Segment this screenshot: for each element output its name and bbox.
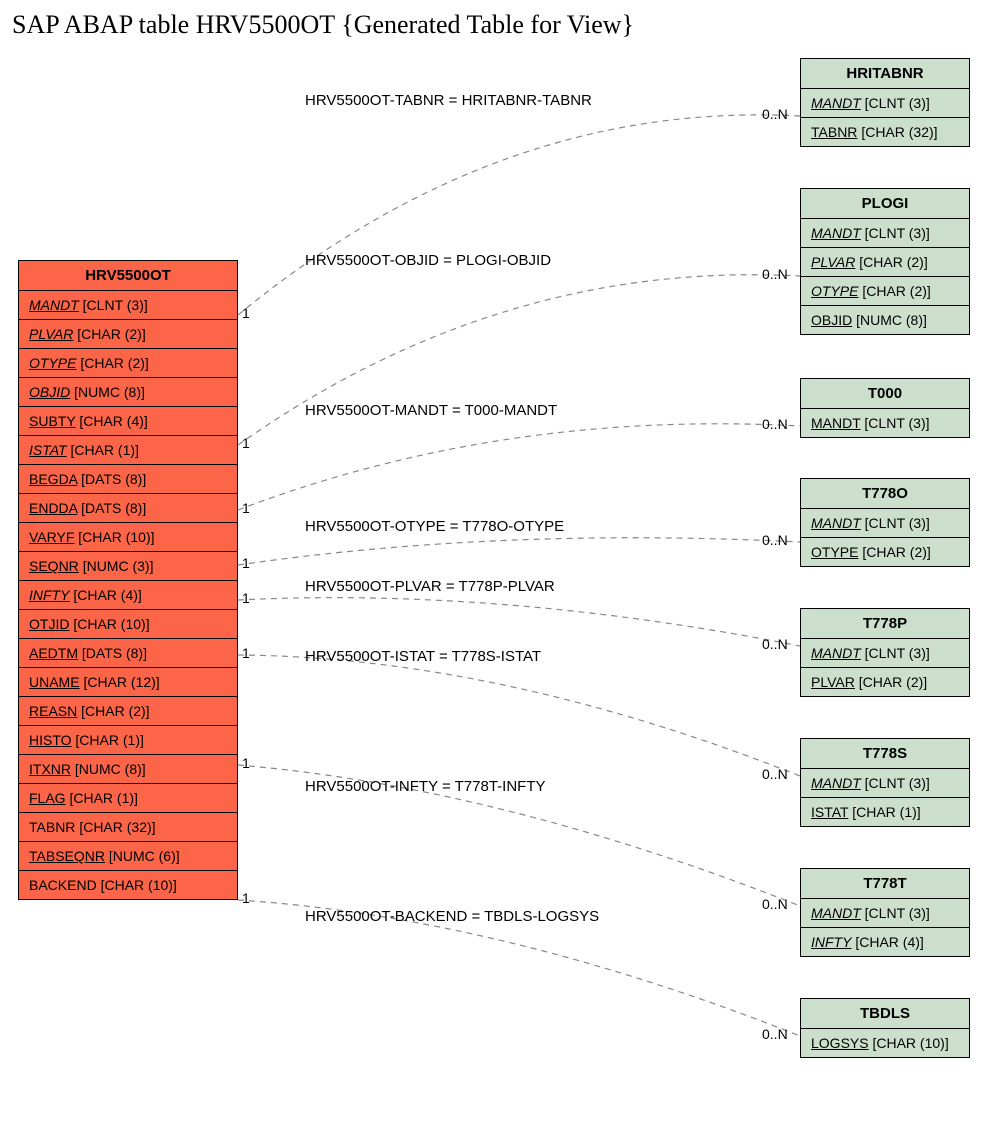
entity-field: REASN [CHAR (2)] xyxy=(19,697,237,726)
entity-field: MANDT [CLNT (3)] xyxy=(801,639,969,668)
cardinality-left: 1 xyxy=(242,890,250,906)
entity-field: ITXNR [NUMC (8)] xyxy=(19,755,237,784)
entity-field: OBJID [NUMC (8)] xyxy=(19,378,237,407)
entity-field: MANDT [CLNT (3)] xyxy=(801,899,969,928)
entity-header: TBDLS xyxy=(801,999,969,1029)
relation-label: HRV5500OT-OBJID = PLOGI-OBJID xyxy=(305,252,551,269)
entity-field: INFTY [CHAR (4)] xyxy=(19,581,237,610)
entity-field: HISTO [CHAR (1)] xyxy=(19,726,237,755)
cardinality-right: 0..N xyxy=(762,416,788,432)
entity-field: MANDT [CLNT (3)] xyxy=(801,89,969,118)
entity-field: ENDDA [DATS (8)] xyxy=(19,494,237,523)
cardinality-left: 1 xyxy=(242,555,250,571)
entity-header: T778T xyxy=(801,869,969,899)
entity-field: OTYPE [CHAR (2)] xyxy=(19,349,237,378)
entity-field: OBJID [NUMC (8)] xyxy=(801,306,969,334)
entity-field: SEQNR [NUMC (3)] xyxy=(19,552,237,581)
entity-field: PLVAR [CHAR (2)] xyxy=(801,668,969,696)
cardinality-left: 1 xyxy=(242,590,250,606)
entity-field: MANDT [CLNT (3)] xyxy=(801,769,969,798)
entity-field: UNAME [CHAR (12)] xyxy=(19,668,237,697)
cardinality-left: 1 xyxy=(242,500,250,516)
entity-field: OTYPE [CHAR (2)] xyxy=(801,538,969,566)
entity-header: T778S xyxy=(801,739,969,769)
cardinality-left: 1 xyxy=(242,305,250,321)
relation-label: HRV5500OT-BACKEND = TBDLS-LOGSYS xyxy=(305,908,599,925)
cardinality-left: 1 xyxy=(242,755,250,771)
entity-field: MANDT [CLNT (3)] xyxy=(801,509,969,538)
page-title: SAP ABAP table HRV5500OT {Generated Tabl… xyxy=(12,10,634,40)
entity-hrv5500ot: HRV5500OTMANDT [CLNT (3)]PLVAR [CHAR (2)… xyxy=(18,260,238,900)
entity-header: PLOGI xyxy=(801,189,969,219)
entity-field: BEGDA [DATS (8)] xyxy=(19,465,237,494)
entity-field: AEDTM [DATS (8)] xyxy=(19,639,237,668)
entity-field: PLVAR [CHAR (2)] xyxy=(19,320,237,349)
entity-field: PLVAR [CHAR (2)] xyxy=(801,248,969,277)
entity-field: VARYF [CHAR (10)] xyxy=(19,523,237,552)
entity-t778s: T778SMANDT [CLNT (3)]ISTAT [CHAR (1)] xyxy=(800,738,970,827)
entity-field: OTJID [CHAR (10)] xyxy=(19,610,237,639)
entity-field: MANDT [CLNT (3)] xyxy=(19,291,237,320)
entity-field: OTYPE [CHAR (2)] xyxy=(801,277,969,306)
entity-field: FLAG [CHAR (1)] xyxy=(19,784,237,813)
entity-header: T778P xyxy=(801,609,969,639)
entity-hritabnr: HRITABNRMANDT [CLNT (3)]TABNR [CHAR (32)… xyxy=(800,58,970,147)
entity-field: ISTAT [CHAR (1)] xyxy=(801,798,969,826)
relation-label: HRV5500OT-TABNR = HRITABNR-TABNR xyxy=(305,92,592,109)
relation-label: HRV5500OT-OTYPE = T778O-OTYPE xyxy=(305,518,564,535)
entity-field: MANDT [CLNT (3)] xyxy=(801,409,969,437)
entity-header: HRV5500OT xyxy=(19,261,237,291)
cardinality-right: 0..N xyxy=(762,766,788,782)
entity-header: HRITABNR xyxy=(801,59,969,89)
entity-header: T778O xyxy=(801,479,969,509)
entity-field: SUBTY [CHAR (4)] xyxy=(19,407,237,436)
relation-label: HRV5500OT-MANDT = T000-MANDT xyxy=(305,402,557,419)
entity-header: T000 xyxy=(801,379,969,409)
relation-label: HRV5500OT-ISTAT = T778S-ISTAT xyxy=(305,648,541,665)
entity-field: INFTY [CHAR (4)] xyxy=(801,928,969,956)
entity-t778p: T778PMANDT [CLNT (3)]PLVAR [CHAR (2)] xyxy=(800,608,970,697)
entity-t778t: T778TMANDT [CLNT (3)]INFTY [CHAR (4)] xyxy=(800,868,970,957)
entity-field: BACKEND [CHAR (10)] xyxy=(19,871,237,899)
entity-field: TABNR [CHAR (32)] xyxy=(19,813,237,842)
cardinality-right: 0..N xyxy=(762,532,788,548)
entity-field: LOGSYS [CHAR (10)] xyxy=(801,1029,969,1057)
entity-plogi: PLOGIMANDT [CLNT (3)]PLVAR [CHAR (2)]OTY… xyxy=(800,188,970,335)
cardinality-right: 0..N xyxy=(762,896,788,912)
entity-field: ISTAT [CHAR (1)] xyxy=(19,436,237,465)
entity-field: MANDT [CLNT (3)] xyxy=(801,219,969,248)
entity-field: TABSEQNR [NUMC (6)] xyxy=(19,842,237,871)
cardinality-right: 0..N xyxy=(762,636,788,652)
entity-t000: T000MANDT [CLNT (3)] xyxy=(800,378,970,438)
entity-field: TABNR [CHAR (32)] xyxy=(801,118,969,146)
cardinality-left: 1 xyxy=(242,435,250,451)
entity-tbdls: TBDLSLOGSYS [CHAR (10)] xyxy=(800,998,970,1058)
entity-t778o: T778OMANDT [CLNT (3)]OTYPE [CHAR (2)] xyxy=(800,478,970,567)
cardinality-right: 0..N xyxy=(762,266,788,282)
relation-label: HRV5500OT-PLVAR = T778P-PLVAR xyxy=(305,578,555,595)
relation-label: HRV5500OT-INFTY = T778T-INFTY xyxy=(305,778,546,795)
cardinality-left: 1 xyxy=(242,645,250,661)
cardinality-right: 0..N xyxy=(762,106,788,122)
cardinality-right: 0..N xyxy=(762,1026,788,1042)
